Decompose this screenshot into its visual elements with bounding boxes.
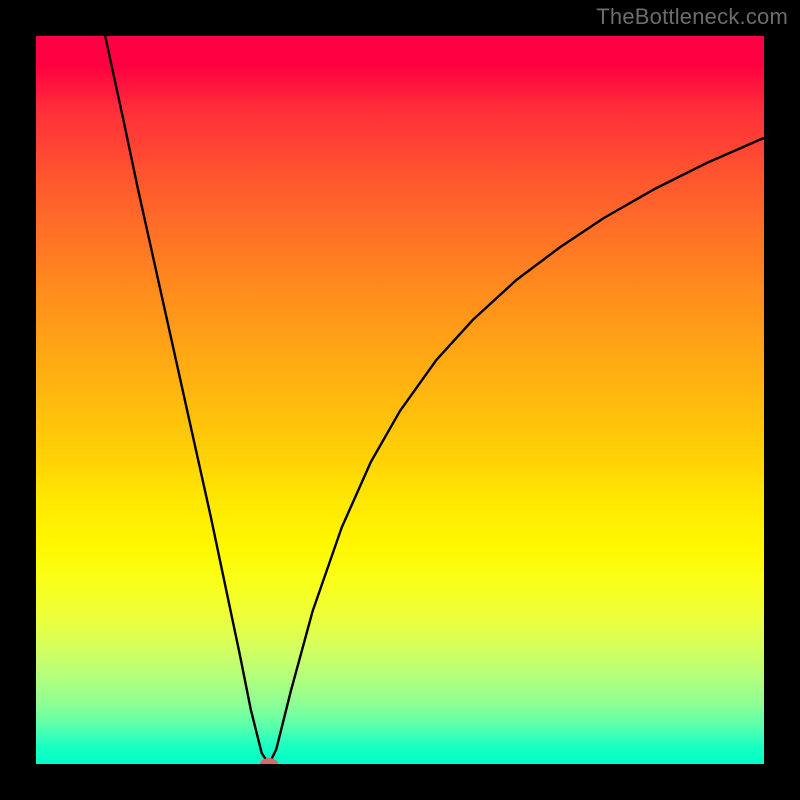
cusp-marker: [260, 758, 278, 764]
marker-group: [260, 758, 278, 764]
plot-area: [36, 36, 764, 764]
bottleneck-curve: [105, 36, 764, 764]
chart-frame: TheBottleneck.com: [0, 0, 800, 800]
curve-group: [105, 36, 764, 764]
watermark-text: TheBottleneck.com: [596, 4, 788, 30]
chart-svg: [36, 36, 764, 764]
